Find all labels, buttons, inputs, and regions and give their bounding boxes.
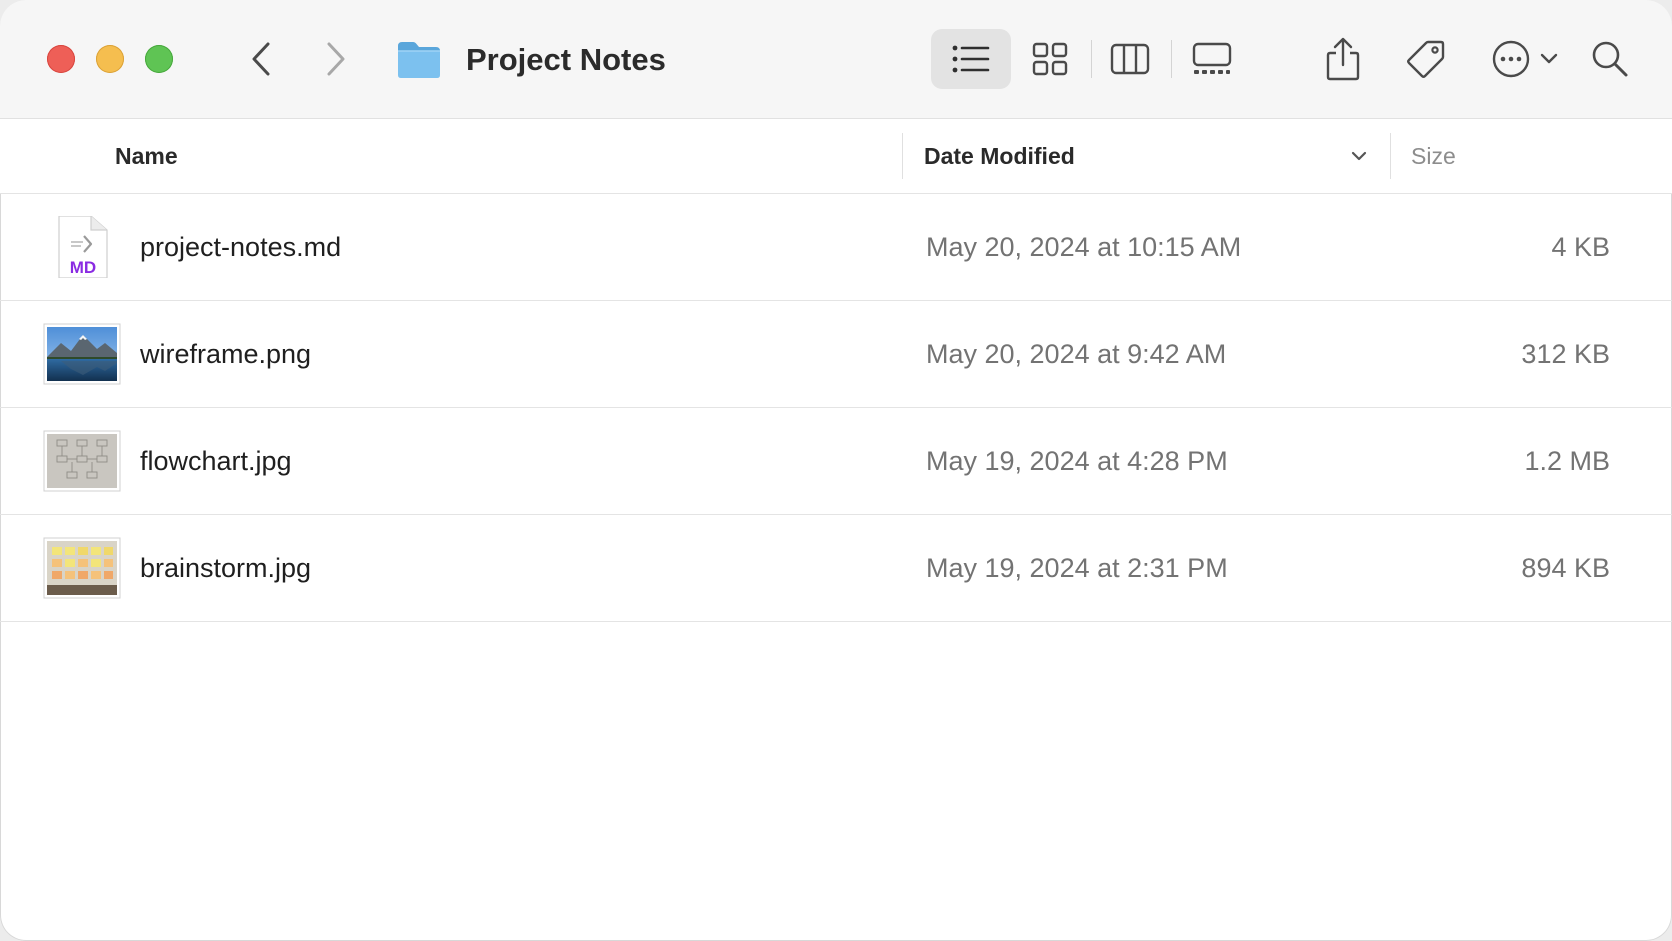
column-size[interactable]: Size bbox=[1411, 119, 1456, 193]
mountain-lake-thumbnail bbox=[43, 323, 121, 385]
sort-chevron-down-icon[interactable] bbox=[1348, 145, 1370, 167]
file-name: brainstorm.jpg bbox=[140, 553, 312, 583]
folder-icon bbox=[398, 42, 440, 78]
search-button[interactable] bbox=[1585, 34, 1635, 84]
toolbar-separator bbox=[1171, 40, 1172, 78]
file-row[interactable]: flowchart.jpg May 19, 2024 at 4:28 PM 1.… bbox=[0, 408, 1672, 515]
minimize-button[interactable] bbox=[96, 45, 124, 73]
toolbar-separator bbox=[1091, 40, 1092, 78]
share-button[interactable] bbox=[1320, 32, 1366, 86]
file-date-modified: May 19, 2024 at 4:28 PM bbox=[926, 446, 1228, 476]
file-row[interactable]: MD project-notes.md May 20, 2024 at 10:1… bbox=[0, 194, 1672, 301]
sticky-notes-thumbnail bbox=[43, 537, 121, 599]
file-date-modified: May 20, 2024 at 9:42 AM bbox=[926, 339, 1227, 369]
file-name: wireframe.png bbox=[140, 339, 312, 369]
more-actions-button[interactable] bbox=[1485, 34, 1565, 84]
list-view-button[interactable] bbox=[931, 29, 1011, 89]
window-title: Project Notes bbox=[466, 42, 666, 77]
file-size: 894 KB bbox=[1521, 553, 1610, 583]
column-view-icon bbox=[1110, 43, 1150, 75]
md-badge: MD bbox=[70, 258, 96, 277]
file-row[interactable]: brainstorm.jpg May 19, 2024 at 2:31 PM 8… bbox=[0, 515, 1672, 622]
zoom-button[interactable] bbox=[145, 45, 173, 73]
gallery-view-button[interactable] bbox=[1185, 36, 1239, 82]
file-row[interactable]: wireframe.png May 20, 2024 at 9:42 AM 31… bbox=[0, 301, 1672, 408]
file-size: 4 KB bbox=[1551, 232, 1610, 262]
file-list: MD project-notes.md May 20, 2024 at 10:1… bbox=[0, 194, 1672, 622]
tag-button[interactable] bbox=[1401, 34, 1451, 84]
file-size: 1.2 MB bbox=[1524, 446, 1610, 476]
sketch-paper-thumbnail bbox=[43, 430, 121, 492]
column-name[interactable]: Name bbox=[115, 119, 178, 193]
icon-view-button[interactable] bbox=[1025, 36, 1075, 82]
chevron-down-icon bbox=[1540, 53, 1558, 64]
finder-window: Project Notes Name Date Modified Size MD… bbox=[0, 0, 1672, 941]
search-icon bbox=[1592, 41, 1628, 77]
share-icon bbox=[1326, 37, 1360, 81]
column-divider[interactable] bbox=[902, 133, 903, 179]
markdown-file-icon: MD bbox=[58, 216, 108, 278]
close-button[interactable] bbox=[47, 45, 75, 73]
toolbar: Project Notes bbox=[0, 0, 1672, 119]
column-view-button[interactable] bbox=[1105, 36, 1155, 82]
file-date-modified: May 20, 2024 at 10:15 AM bbox=[926, 232, 1242, 262]
file-name: flowchart.jpg bbox=[140, 446, 292, 476]
column-divider[interactable] bbox=[1390, 133, 1391, 179]
column-header: Name Date Modified Size bbox=[0, 119, 1672, 194]
back-button[interactable] bbox=[243, 36, 279, 82]
chevron-right-icon bbox=[327, 42, 345, 76]
file-date-modified: May 19, 2024 at 2:31 PM bbox=[926, 553, 1228, 583]
file-name: project-notes.md bbox=[140, 232, 342, 262]
ellipsis-circle-icon bbox=[1492, 40, 1530, 78]
chevron-left-icon bbox=[252, 42, 270, 76]
list-view-icon bbox=[952, 45, 990, 73]
column-date-modified[interactable]: Date Modified bbox=[924, 119, 1075, 193]
gallery-view-icon bbox=[1192, 42, 1232, 74]
file-size: 312 KB bbox=[1521, 339, 1610, 369]
grid-view-icon bbox=[1032, 42, 1068, 76]
forward-button[interactable] bbox=[318, 36, 354, 82]
tag-icon bbox=[1407, 40, 1445, 78]
